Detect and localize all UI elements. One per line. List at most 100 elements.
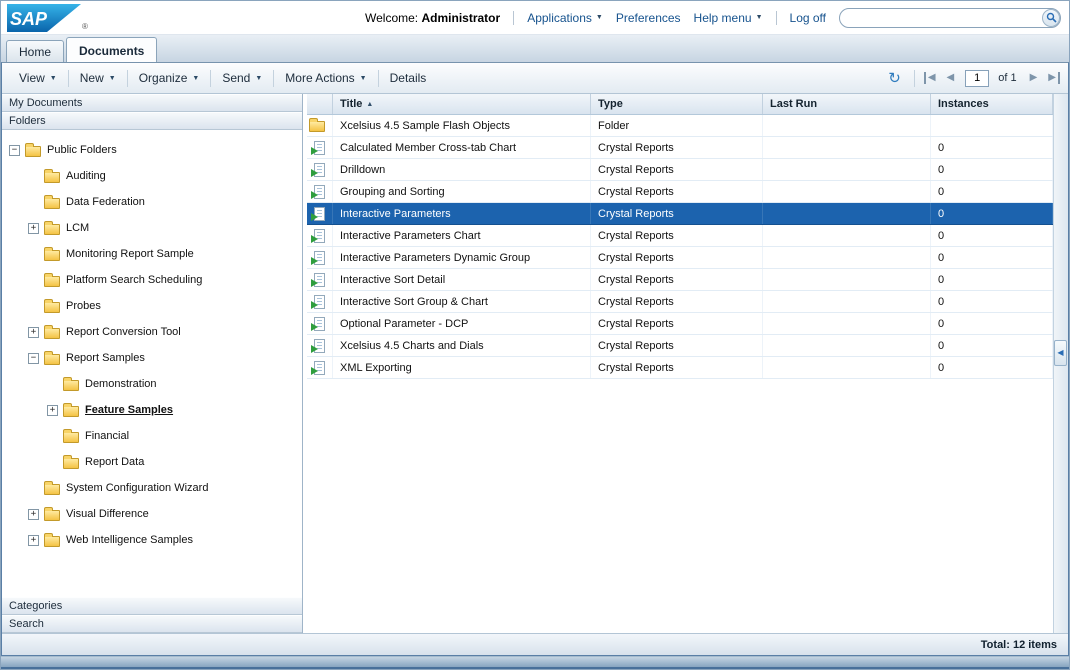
tree-item-report-samples[interactable]: − Report Samples xyxy=(2,345,302,371)
view-menu-button[interactable]: View ▼ xyxy=(10,66,66,90)
doc-last-run xyxy=(763,269,931,290)
tab-documents[interactable]: Documents xyxy=(66,37,157,62)
tab-bar: Home Documents xyxy=(1,35,1069,62)
folder-icon xyxy=(63,432,79,443)
table-row[interactable]: Xcelsius 4.5 Charts and DialsCrystal Rep… xyxy=(307,335,1053,357)
expand-icon[interactable]: + xyxy=(28,535,39,546)
section-search[interactable]: Search xyxy=(2,615,302,633)
details-button[interactable]: Details xyxy=(381,66,436,90)
tree-item-system-configuration-wizard[interactable]: System Configuration Wizard xyxy=(2,475,302,501)
doc-icon-cell xyxy=(307,269,333,290)
expand-icon[interactable]: + xyxy=(47,405,58,416)
first-page-icon[interactable]: ◀ xyxy=(924,72,938,84)
doc-instances: 0 xyxy=(931,181,1053,202)
column-header-icon xyxy=(307,94,333,114)
collapse-icon[interactable]: − xyxy=(28,353,39,364)
tree-item-data-federation[interactable]: Data Federation xyxy=(2,189,302,215)
folder-icon xyxy=(44,510,60,521)
doc-icon-cell xyxy=(307,137,333,158)
table-row[interactable]: Xcelsius 4.5 Sample Flash ObjectsFolder xyxy=(307,115,1053,137)
tree-item-report-data[interactable]: Report Data xyxy=(2,449,302,475)
tree-item-label: Visual Difference xyxy=(66,508,149,520)
send-menu-button[interactable]: Send ▼ xyxy=(213,66,271,90)
more-actions-menu-button[interactable]: More Actions ▼ xyxy=(276,66,375,90)
tree-item-auditing[interactable]: Auditing xyxy=(2,163,302,189)
section-categories[interactable]: Categories xyxy=(2,597,302,615)
tree-item-visual-difference[interactable]: + Visual Difference xyxy=(2,501,302,527)
crystal-report-icon xyxy=(314,185,325,199)
sidebar: My Documents Folders −Public FoldersAudi… xyxy=(2,94,303,633)
expand-icon[interactable]: + xyxy=(28,509,39,520)
collapse-icon[interactable]: − xyxy=(9,145,20,156)
chevron-down-icon: ▼ xyxy=(596,14,603,21)
collapse-panel-button[interactable]: ◀ xyxy=(1054,340,1067,366)
tree-item-report-conversion-tool[interactable]: +Report Conversion Tool xyxy=(2,319,302,345)
tree-item-financial[interactable]: Financial xyxy=(2,423,302,449)
column-header-type[interactable]: Type xyxy=(591,94,763,114)
tree-item-probes[interactable]: Probes xyxy=(2,293,302,319)
tree-item-label: Report Samples xyxy=(66,352,145,364)
tree-item-label: Probes xyxy=(66,300,101,312)
expander-spacer xyxy=(28,275,39,286)
help-menu[interactable]: Help menu ▼ xyxy=(694,11,763,25)
section-my-documents[interactable]: My Documents xyxy=(2,94,302,112)
expand-icon[interactable]: + xyxy=(28,327,39,338)
column-header-instances[interactable]: Instances xyxy=(931,94,1053,114)
folder-icon xyxy=(25,146,41,157)
organize-menu-button[interactable]: Organize ▼ xyxy=(130,66,209,90)
doc-icon-cell xyxy=(307,225,333,246)
table-row[interactable]: Interactive Parameters Dynamic GroupCrys… xyxy=(307,247,1053,269)
chevron-down-icon: ▼ xyxy=(360,75,367,82)
section-folders[interactable]: Folders xyxy=(2,112,302,130)
doc-icon-cell xyxy=(307,291,333,312)
expander-spacer xyxy=(28,483,39,494)
tree-item-demonstration[interactable]: Demonstration xyxy=(2,371,302,397)
table-row[interactable]: Optional Parameter - DCPCrystal Reports0 xyxy=(307,313,1053,335)
prev-page-icon[interactable]: ◀ xyxy=(945,72,957,84)
content-frame: View ▼ New ▼ Organize ▼ Send ▼ More Acti… xyxy=(1,62,1069,656)
crystal-report-icon xyxy=(314,207,325,221)
table-row[interactable]: XML ExportingCrystal Reports0 xyxy=(307,357,1053,379)
preferences-link[interactable]: Preferences xyxy=(616,11,681,25)
table-row[interactable]: Interactive Sort DetailCrystal Reports0 xyxy=(307,269,1053,291)
doc-icon-cell xyxy=(307,181,333,202)
column-header-title[interactable]: Title ▲ xyxy=(333,94,591,114)
table-row[interactable]: Grouping and SortingCrystal Reports0 xyxy=(307,181,1053,203)
sap-logo-image: SAP xyxy=(7,4,81,32)
doc-title: Grouping and Sorting xyxy=(333,181,591,202)
crystal-report-icon xyxy=(314,361,325,375)
chevron-down-icon: ▼ xyxy=(50,75,57,82)
tree-item-lcm[interactable]: +LCM xyxy=(2,215,302,241)
tree-item-monitoring-report-sample[interactable]: Monitoring Report Sample xyxy=(2,241,302,267)
tab-home[interactable]: Home xyxy=(6,40,64,62)
logoff-link[interactable]: Log off xyxy=(790,11,826,25)
last-page-icon[interactable]: ▶ xyxy=(1046,72,1060,84)
table-row[interactable]: Interactive Sort Group & ChartCrystal Re… xyxy=(307,291,1053,313)
expand-icon[interactable]: + xyxy=(28,223,39,234)
table-row[interactable]: Calculated Member Cross-tab ChartCrystal… xyxy=(307,137,1053,159)
expander-spacer xyxy=(47,379,58,390)
new-menu-button[interactable]: New ▼ xyxy=(71,66,125,90)
refresh-icon[interactable]: ↻ xyxy=(884,71,905,86)
tree-item-label: Financial xyxy=(85,430,129,442)
next-page-icon[interactable]: ▶ xyxy=(1028,72,1040,84)
folder-icon xyxy=(44,328,60,339)
doc-instances: 0 xyxy=(931,225,1053,246)
search-input[interactable] xyxy=(839,8,1061,28)
tree-item-web-intelligence-samples[interactable]: +Web Intelligence Samples xyxy=(2,527,302,553)
search-icon[interactable] xyxy=(1042,9,1060,27)
tree-item-public-folders[interactable]: −Public Folders xyxy=(2,137,302,163)
table-row[interactable]: Interactive ParametersCrystal Reports0 xyxy=(307,203,1053,225)
crystal-report-icon xyxy=(314,229,325,243)
table-row[interactable]: DrilldownCrystal Reports0 xyxy=(307,159,1053,181)
folder-icon xyxy=(309,121,325,132)
doc-type: Crystal Reports xyxy=(591,335,763,356)
page-number-input[interactable] xyxy=(965,70,989,87)
applications-menu[interactable]: Applications ▼ xyxy=(527,11,603,25)
table-row[interactable]: Interactive Parameters ChartCrystal Repo… xyxy=(307,225,1053,247)
tree-item-label: Data Federation xyxy=(66,196,145,208)
tree-item-platform-search-scheduling[interactable]: Platform Search Scheduling xyxy=(2,267,302,293)
doc-icon-cell xyxy=(307,115,333,136)
tree-item-feature-samples[interactable]: +Feature Samples xyxy=(2,397,302,423)
column-header-last-run[interactable]: Last Run xyxy=(763,94,931,114)
